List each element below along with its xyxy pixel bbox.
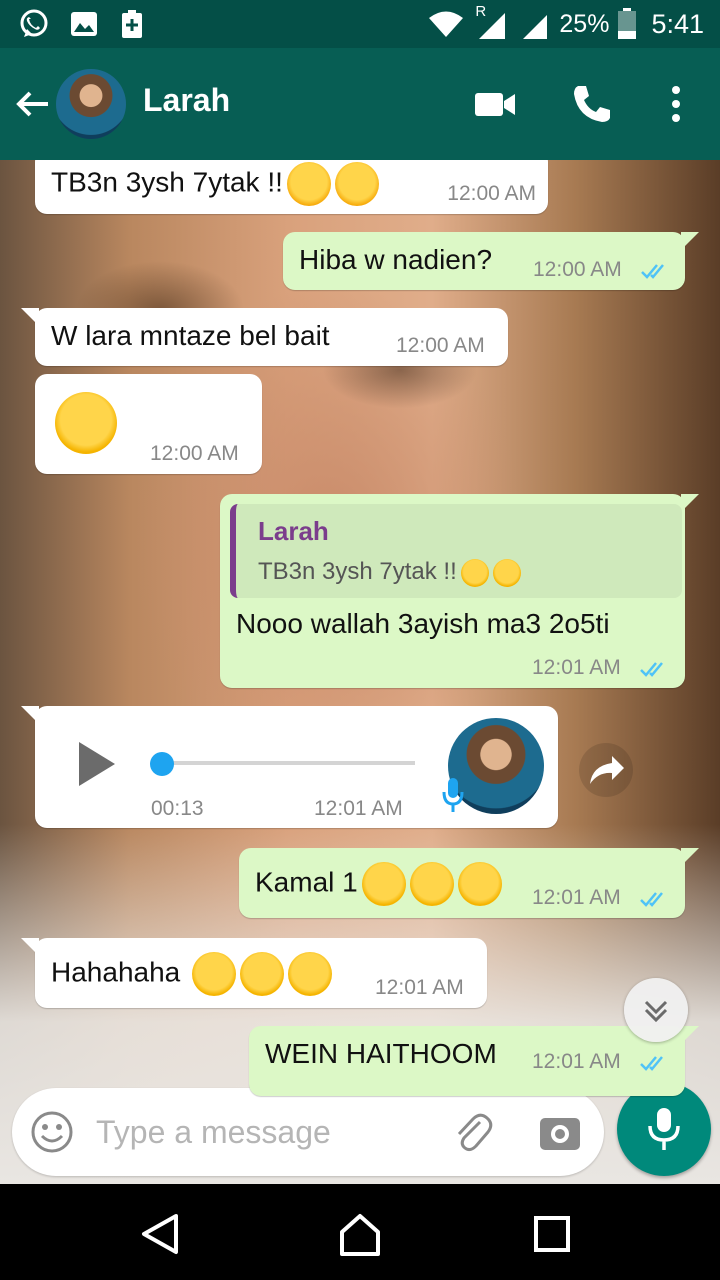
contact-name[interactable]: Larah: [143, 82, 230, 119]
attach-icon[interactable]: [450, 1110, 494, 1154]
bubble-tail: [681, 494, 699, 512]
message-time: 12:00 AM: [533, 258, 622, 281]
play-icon[interactable]: [75, 740, 119, 788]
message-time: 12:01 AM: [375, 976, 464, 999]
scroll-to-bottom-button[interactable]: [624, 978, 688, 1042]
bubble-tail: [21, 938, 39, 956]
voice-message[interactable]: 00:13 12:01 AM: [21, 706, 558, 828]
camera-icon[interactable]: [538, 1112, 582, 1152]
message-text: Hiba w nadien?: [299, 244, 493, 275]
joy-emoji-icon: [409, 862, 454, 906]
message-text: TB3n 3ysh 7ytak !!: [51, 166, 283, 198]
unamused-emoji-icon: [460, 558, 489, 587]
chat-header: Larah: [0, 48, 720, 160]
signal-icon: [523, 15, 548, 39]
message-incoming[interactable]: W lara mntaze bel bait 12:00 AM: [21, 308, 508, 366]
joy-emoji-icon: [240, 952, 285, 996]
gallery-notification-icon: [71, 12, 97, 36]
status-indicators: R 25% 5:41: [427, 0, 704, 48]
battery-icon: [618, 8, 637, 39]
back-arrow-icon[interactable]: [12, 84, 52, 124]
whatsapp-notification-icon: [20, 9, 48, 37]
joy-emoji-icon: [288, 952, 333, 996]
bubble-tail: [681, 232, 699, 250]
mic-indicator-icon: [442, 778, 464, 812]
joy-emoji-icon: [361, 862, 406, 906]
double-chevron-down-icon: [644, 1000, 668, 1023]
message-incoming[interactable]: TB3n 3ysh 7ytak !! 12:00 AM: [35, 160, 548, 214]
read-ticks-icon: [640, 662, 663, 677]
voice-duration: 00:13: [151, 797, 204, 820]
emoji-icon[interactable]: [30, 1110, 74, 1154]
nav-back-icon[interactable]: [136, 1210, 184, 1258]
unamused-emoji-icon: [334, 162, 379, 206]
mic-icon: [648, 1108, 680, 1150]
more-options-icon[interactable]: [654, 82, 698, 126]
message-text: Hahahaha: [51, 956, 189, 988]
read-ticks-icon: [640, 892, 663, 907]
video-call-icon[interactable]: [473, 82, 517, 126]
unamused-emoji-icon: [286, 162, 331, 206]
voice-call-icon[interactable]: [570, 82, 614, 126]
message-input[interactable]: Type a message: [12, 1088, 604, 1176]
quoted-sender: Larah: [258, 516, 329, 546]
bubble-tail: [681, 848, 699, 866]
message-time: 12:00 AM: [150, 442, 239, 465]
bubble-tail: [21, 706, 39, 724]
message-outgoing-reply[interactable]: Larah TB3n 3ysh 7ytak !! Nooo wallah 3ay…: [220, 494, 699, 688]
message-time: 12:01 AM: [314, 797, 403, 820]
message-time: 12:01 AM: [532, 656, 621, 679]
message-text: WEIN HAITHOOM: [265, 1038, 497, 1069]
message-incoming[interactable]: 12:00 AM: [35, 374, 262, 474]
message-outgoing[interactable]: Kamal 1 12:01 AM: [239, 848, 699, 918]
voice-progress-track[interactable]: [161, 761, 415, 765]
joy-emoji-icon: [457, 862, 502, 906]
message-text: Kamal 1: [255, 866, 358, 898]
bubble-tail: [21, 308, 39, 326]
voice-progress-handle[interactable]: [150, 752, 174, 776]
message-placeholder: Type a message: [96, 1114, 331, 1150]
roaming-indicator: R: [475, 3, 487, 20]
read-ticks-icon: [640, 1056, 663, 1071]
status-bar: R 25% 5:41: [0, 0, 720, 48]
voice-record-button[interactable]: [617, 1082, 711, 1176]
message-time: 12:00 AM: [396, 334, 485, 357]
unamused-emoji-icon: [492, 558, 521, 587]
battery-saver-icon: [122, 10, 142, 38]
chat-area[interactable]: TB3n 3ysh 7ytak !! 12:00 AM Hiba w nadie…: [0, 160, 720, 1184]
joy-emoji-icon: [55, 392, 117, 454]
battery-percent: 25%: [559, 9, 610, 38]
message-incoming[interactable]: Hahahaha 12:01 AM: [21, 938, 487, 1008]
message-text: W lara mntaze bel bait: [51, 320, 330, 351]
nav-recents-icon[interactable]: [528, 1210, 576, 1258]
message-time: 12:01 AM: [532, 1050, 621, 1073]
message-outgoing[interactable]: WEIN HAITHOOM 12:01 AM: [249, 1026, 699, 1096]
system-nav-bar: [0, 1184, 720, 1280]
joy-emoji-icon: [192, 952, 237, 996]
forward-icon[interactable]: [578, 742, 634, 798]
message-outgoing[interactable]: Hiba w nadien? 12:00 AM: [283, 232, 699, 290]
message-text: Nooo wallah 3ayish ma3 2o5ti: [236, 608, 610, 639]
wifi-icon: [429, 11, 464, 37]
read-ticks-icon: [641, 264, 664, 279]
message-time: 12:01 AM: [532, 886, 621, 909]
contact-avatar[interactable]: [56, 69, 126, 139]
signal-roaming-icon: R: [473, 3, 511, 41]
quoted-message[interactable]: Larah TB3n 3ysh 7ytak !!: [230, 504, 682, 598]
quoted-text: TB3n 3ysh 7ytak !!: [258, 558, 457, 585]
clock: 5:41: [651, 8, 704, 39]
message-time: 12:00 AM: [447, 182, 536, 205]
nav-home-icon[interactable]: [336, 1210, 384, 1258]
